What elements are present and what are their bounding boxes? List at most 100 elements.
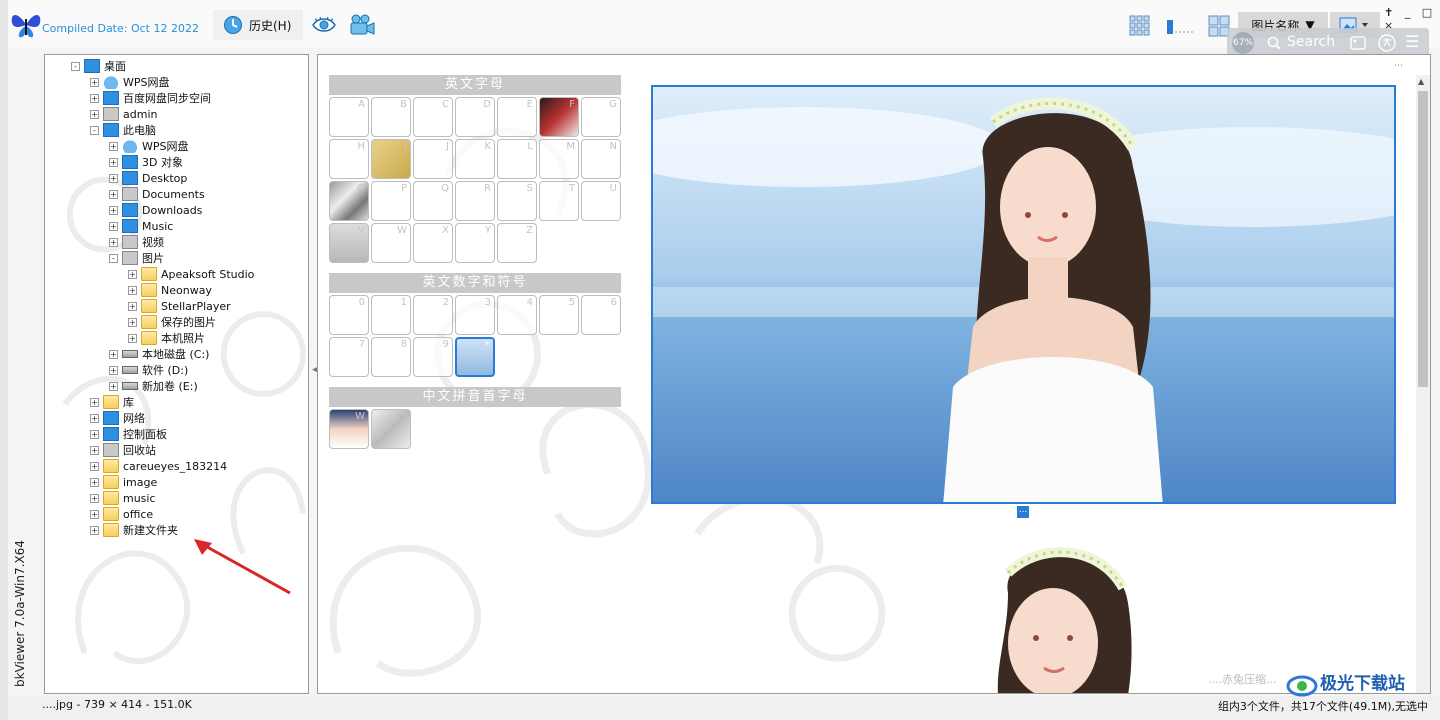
thumbnail-cell[interactable]: 1 (371, 295, 411, 335)
expand-icon[interactable]: + (128, 333, 137, 343)
panel-options-icon[interactable]: ⋯ (1394, 61, 1406, 71)
thumbnail-cell[interactable]: 4 (497, 295, 537, 335)
tree-item[interactable]: + 本机照片 (128, 330, 205, 346)
expand-icon[interactable]: + (109, 189, 118, 199)
expand-icon[interactable]: + (90, 93, 99, 103)
grid-large-icon[interactable] (1129, 15, 1151, 37)
expand-icon[interactable]: + (90, 413, 99, 423)
tree-item[interactable]: + 视频 (109, 234, 164, 250)
expand-icon[interactable]: + (109, 221, 118, 231)
thumbnail-cell[interactable]: W (329, 409, 369, 449)
tree-item[interactable]: + admin (90, 106, 157, 122)
thumbnail-cell[interactable]: E (497, 97, 537, 137)
tree-item[interactable]: + 回收站 (90, 442, 156, 458)
thumbnail-cell[interactable]: W (371, 223, 411, 263)
thumbnail-cell[interactable]: G (581, 97, 621, 137)
tree-item[interactable]: + 网络 (90, 410, 145, 426)
expand-icon[interactable]: + (90, 397, 99, 407)
expand-icon[interactable]: + (90, 429, 99, 439)
expand-icon[interactable]: + (109, 381, 118, 391)
thumbnail-cell[interactable]: B (371, 97, 411, 137)
expand-icon[interactable]: + (109, 205, 118, 215)
tree-item[interactable]: + music (90, 490, 156, 506)
tree-item[interactable]: - 此电脑 (90, 122, 156, 138)
tree-item[interactable]: + 库 (90, 394, 134, 410)
thumbnail-cell[interactable]: D (455, 97, 495, 137)
thumbnail-cell[interactable]: 2 (413, 295, 453, 335)
expand-icon[interactable]: + (128, 285, 137, 295)
expand-icon[interactable]: + (90, 493, 99, 503)
preview-handle-icon[interactable]: ... (1017, 506, 1029, 518)
menu-icon[interactable]: ☰ (1405, 32, 1419, 51)
tree-item[interactable]: + StellarPlayer (128, 298, 231, 314)
tree-item[interactable]: + 控制面板 (90, 426, 167, 442)
next-image-preview[interactable] (978, 533, 1138, 693)
tree-item[interactable]: + WPS网盘 (90, 74, 170, 90)
group-header-letters[interactable]: 英文字母 (329, 75, 621, 95)
tree-item[interactable]: + 新加卷 (E:) (109, 378, 198, 394)
thumbnail-cell[interactable]: C (413, 97, 453, 137)
translate-icon[interactable] (1377, 33, 1397, 53)
collapse-icon[interactable]: - (71, 61, 80, 71)
window-controls[interactable]: ✝ _ □ × (1384, 6, 1440, 32)
thumbnail-cell[interactable]: O (329, 181, 369, 221)
expand-icon[interactable]: + (90, 109, 99, 119)
thumbnail-cell[interactable]: * (455, 337, 495, 377)
expand-icon[interactable]: + (128, 317, 137, 327)
expand-icon[interactable]: + (109, 173, 118, 183)
thumbnail-cell[interactable]: K (455, 139, 495, 179)
expand-icon[interactable]: + (109, 157, 118, 167)
thumbnail-size-slider[interactable] (1165, 18, 1197, 38)
thumbnail-cell[interactable]: 3 (455, 295, 495, 335)
thumbnail-cell[interactable]: M (539, 139, 579, 179)
expand-icon[interactable]: + (128, 269, 137, 279)
tree-item[interactable]: - 桌面 (71, 58, 126, 74)
tree-item[interactable]: + 新建文件夹 (90, 522, 178, 538)
tree-item[interactable]: - 图片 (109, 250, 164, 266)
thumbnail-cell[interactable]: R (455, 181, 495, 221)
thumbnail-cell[interactable]: A (329, 97, 369, 137)
thumbnail-cell[interactable]: 9 (413, 337, 453, 377)
thumbnail-cell[interactable]: T (539, 181, 579, 221)
tree-item[interactable]: + Desktop (109, 170, 187, 186)
image-preview[interactable] (651, 85, 1396, 504)
expand-icon[interactable]: + (90, 77, 99, 87)
scroll-up-icon[interactable]: ▲ (1418, 77, 1424, 86)
expand-icon[interactable]: + (109, 237, 118, 247)
tree-item[interactable]: + 软件 (D:) (109, 362, 188, 378)
thumbnail-cell[interactable]: 0 (329, 295, 369, 335)
expand-icon[interactable]: + (109, 365, 118, 375)
tree-item[interactable]: + Documents (109, 186, 205, 202)
thumbnail-cell[interactable]: J (413, 139, 453, 179)
expand-icon[interactable]: + (90, 461, 99, 471)
expand-icon[interactable]: + (109, 141, 118, 151)
vertical-scrollbar[interactable]: ▲ (1416, 75, 1430, 693)
expand-icon[interactable]: + (109, 349, 118, 359)
tree-item[interactable]: + 百度网盘同步空间 (90, 90, 211, 106)
tree-item[interactable]: + Neonway (128, 282, 212, 298)
thumbnail-cell[interactable]: Q (413, 181, 453, 221)
thumbnail-cell[interactable]: V (329, 223, 369, 263)
collapse-icon[interactable]: - (90, 125, 99, 135)
image-icon[interactable] (1349, 34, 1367, 52)
thumbnail-cell[interactable]: L (497, 139, 537, 179)
tree-item[interactable]: + 保存的图片 (128, 314, 216, 330)
thumbnail-cell[interactable]: I (371, 139, 411, 179)
thumbnail-cell[interactable]: Y (455, 223, 495, 263)
collapse-icon[interactable]: - (109, 253, 118, 263)
group-header-digits[interactable]: 英文数字和符号 (329, 273, 621, 293)
tree-item[interactable]: + office (90, 506, 153, 522)
expand-icon[interactable]: + (90, 477, 99, 487)
camera-icon[interactable] (346, 13, 376, 37)
tree-item[interactable]: +3D 对象 (109, 154, 183, 170)
tree-item[interactable]: + Music (109, 218, 173, 234)
tree-item[interactable]: + Downloads (109, 202, 202, 218)
thumbnail-cell[interactable]: S (497, 181, 537, 221)
expand-icon[interactable]: + (90, 509, 99, 519)
thumbnail-cell[interactable]: Z (497, 223, 537, 263)
thumbnail-cell[interactable]: P (371, 181, 411, 221)
thumbnail-cell[interactable]: U (581, 181, 621, 221)
expand-icon[interactable]: + (90, 445, 99, 455)
tree-item[interactable]: + WPS网盘 (109, 138, 189, 154)
thumbnail-cell[interactable]: 6 (581, 295, 621, 335)
